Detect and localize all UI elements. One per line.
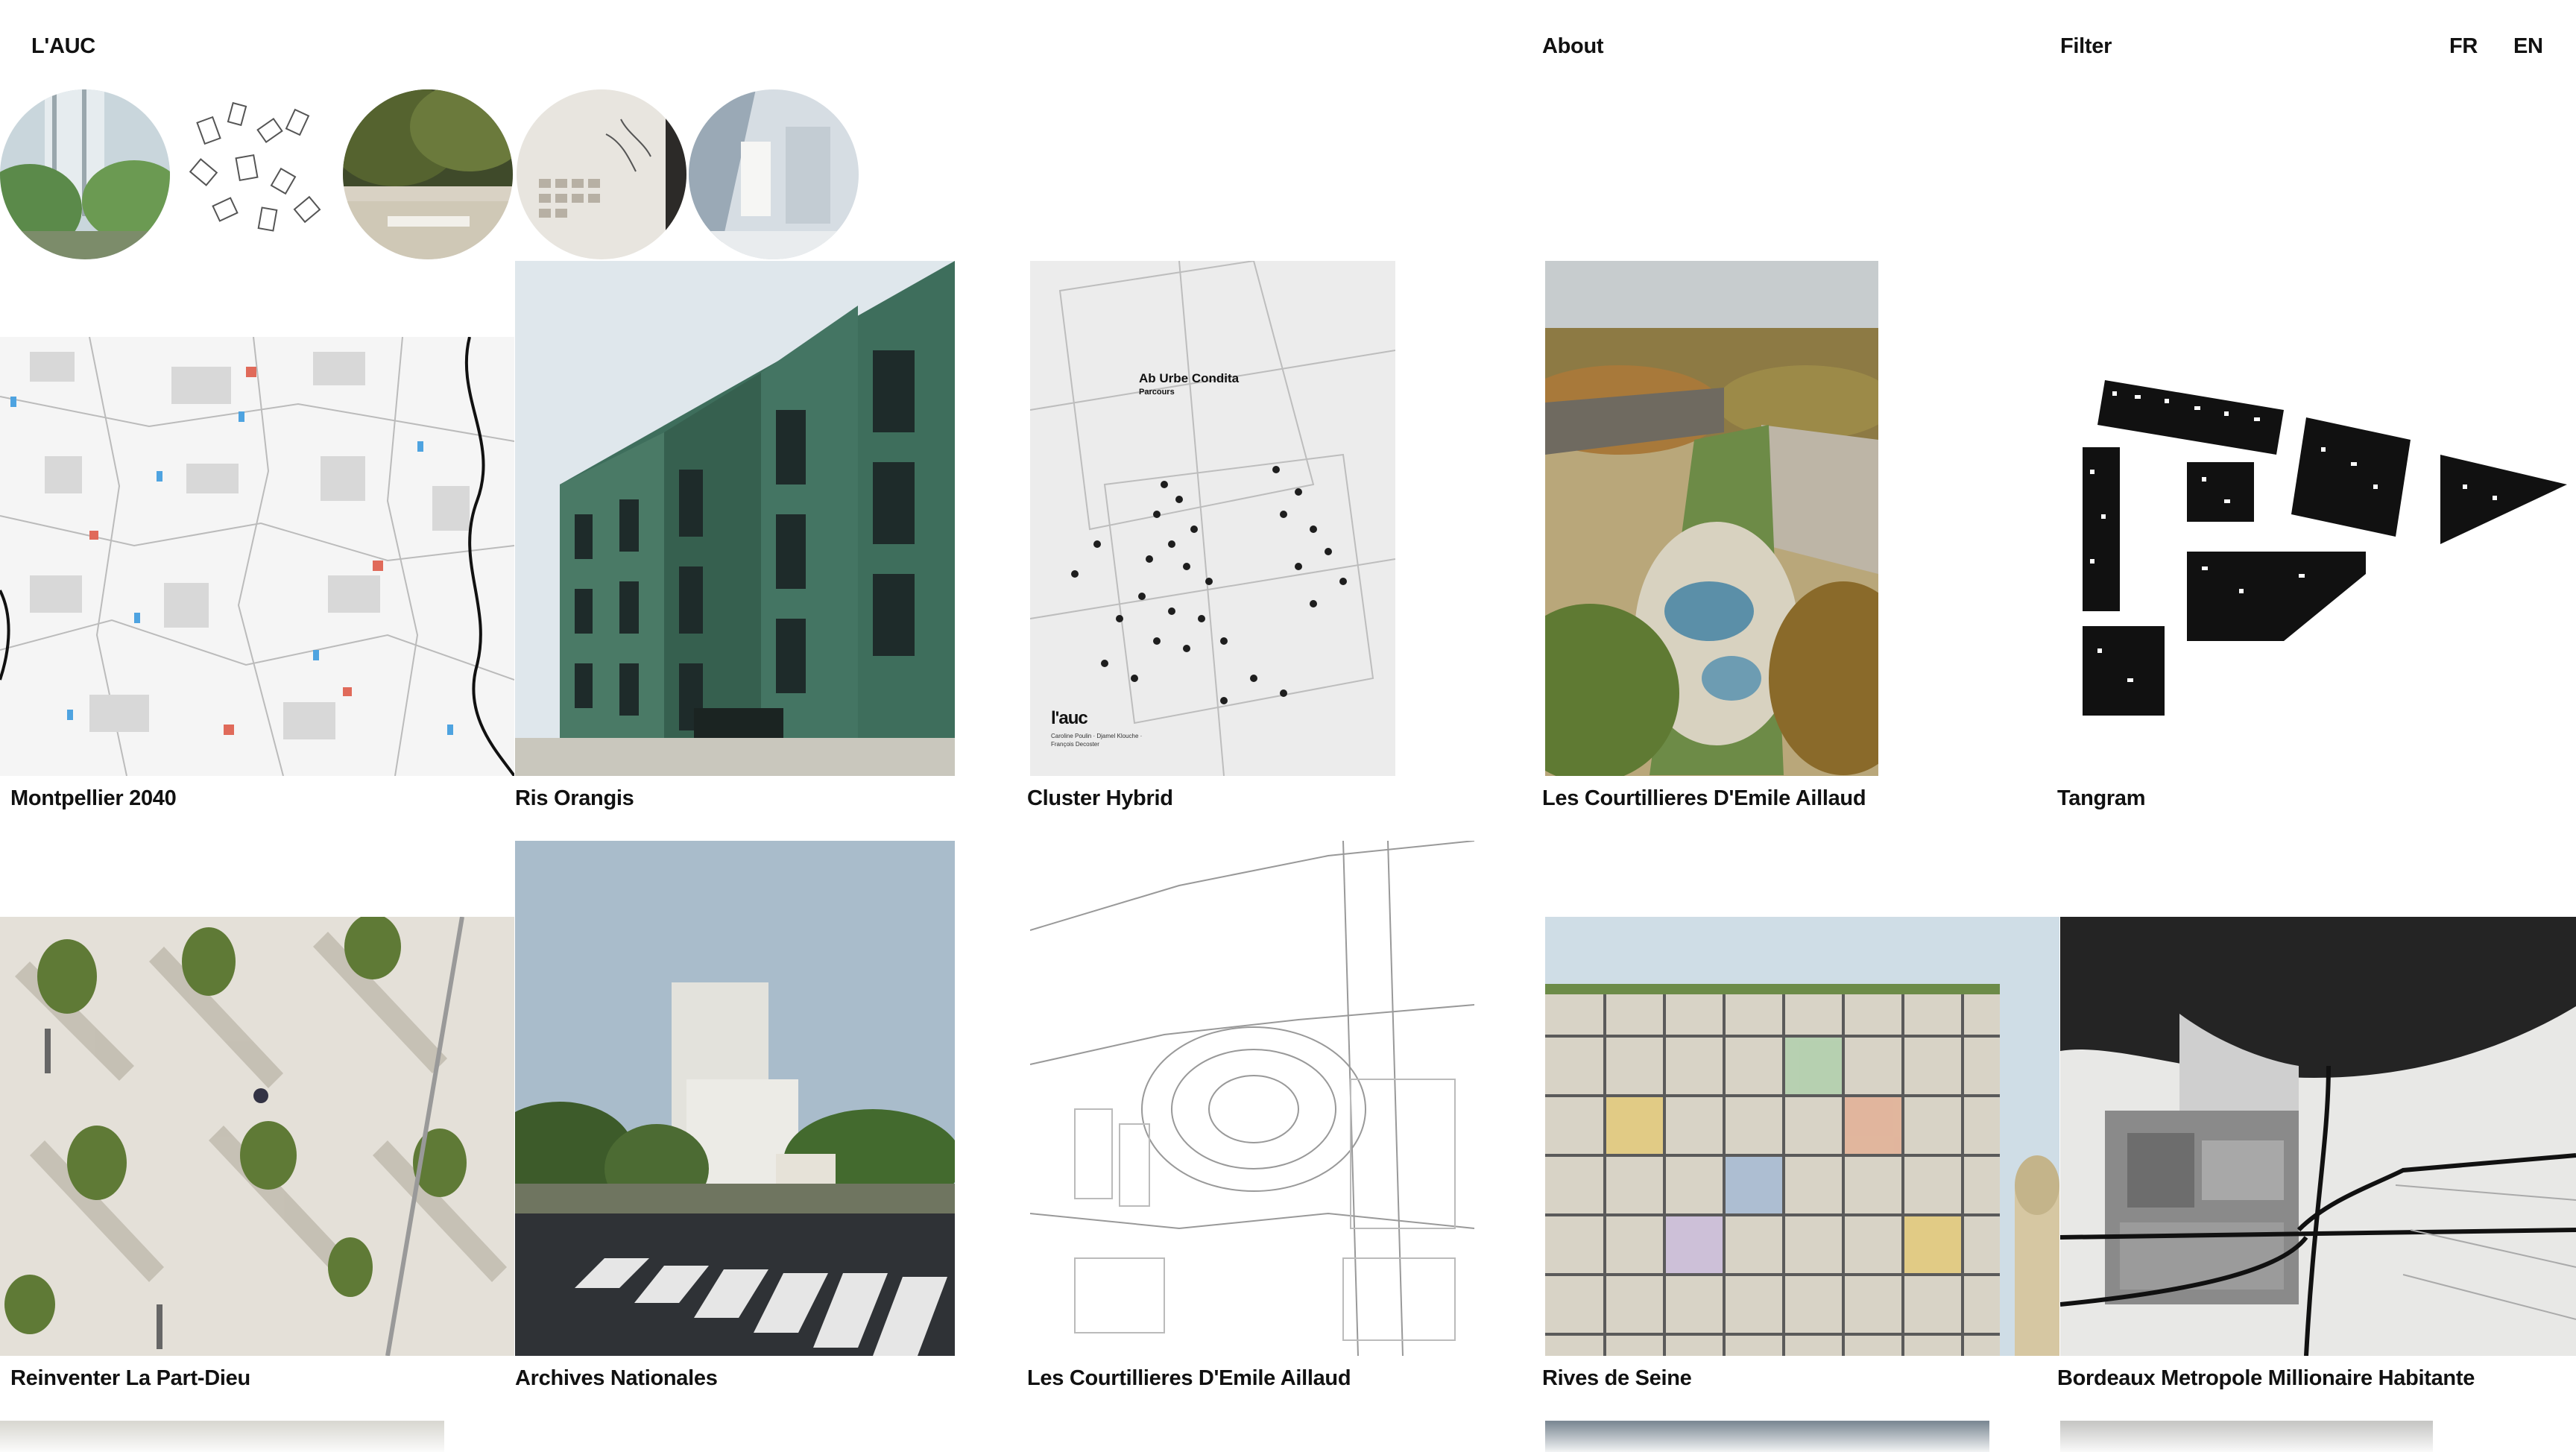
project-image-reinventer-la-part-dieu[interactable] bbox=[0, 917, 514, 1356]
project-image-row3-5[interactable] bbox=[2060, 1421, 2433, 1452]
about-link[interactable]: About bbox=[1542, 34, 1604, 59]
featured-project-tower-garden[interactable] bbox=[0, 89, 170, 259]
project-title-rives-de-seine[interactable]: Rives de Seine bbox=[1542, 1366, 1692, 1391]
project-image-les-courtillieres-plan[interactable] bbox=[1030, 841, 1474, 1356]
project-image-archives-nationales[interactable] bbox=[515, 841, 955, 1356]
filter-button[interactable]: Filter bbox=[2060, 34, 2112, 59]
project-title-les-courtillieres[interactable]: Les Courtillieres D'Emile Aillaud bbox=[1542, 786, 1866, 811]
project-image-ris-orangis[interactable] bbox=[515, 261, 955, 776]
project-title-bordeaux-metropole[interactable]: Bordeaux Metropole Millionaire Habitante bbox=[2057, 1366, 2475, 1391]
project-image-bordeaux-metropole[interactable] bbox=[2060, 917, 2576, 1356]
site-logo[interactable]: L'AUC bbox=[31, 34, 95, 59]
featured-project-exhibition-wall[interactable] bbox=[517, 89, 686, 259]
featured-project-plan-fragments[interactable] bbox=[171, 89, 341, 259]
project-title-cluster-hybrid[interactable]: Cluster Hybrid bbox=[1027, 786, 1173, 811]
project-image-rives-de-seine[interactable] bbox=[1545, 917, 2059, 1356]
project-title-montpellier-2040[interactable]: Montpellier 2040 bbox=[10, 786, 177, 811]
lang-en-link[interactable]: EN bbox=[2513, 34, 2543, 59]
project-title-tangram[interactable]: Tangram bbox=[2057, 786, 2146, 811]
project-image-row3-4[interactable] bbox=[1545, 1421, 1989, 1452]
project-image-tangram[interactable] bbox=[2060, 365, 2576, 738]
cover-subtitle: Parcours bbox=[1139, 388, 1175, 397]
project-title-ris-orangis[interactable]: Ris Orangis bbox=[515, 786, 634, 811]
project-title-archives-nationales[interactable]: Archives Nationales bbox=[515, 1366, 718, 1391]
project-image-montpellier-2040[interactable] bbox=[0, 337, 514, 776]
lang-fr-link[interactable]: FR bbox=[2449, 34, 2478, 59]
cover-logo: l'auc bbox=[1051, 708, 1088, 728]
project-image-les-courtillieres-aerial[interactable] bbox=[1545, 261, 1878, 776]
cover-authors: Caroline Poulin · Djamel Klouche · Franç… bbox=[1051, 733, 1143, 748]
cover-title: Ab Urbe Condita bbox=[1139, 371, 1240, 385]
project-title-reinventer-la-part-dieu[interactable]: Reinventer La Part-Dieu bbox=[10, 1366, 250, 1391]
project-title-les-courtillieres-2[interactable]: Les Courtillieres D'Emile Aillaud bbox=[1027, 1366, 1351, 1391]
project-image-row3-1[interactable] bbox=[0, 1421, 444, 1452]
project-image-cluster-hybrid[interactable]: Ab Urbe Condita Parcours l'auc Caroline … bbox=[1030, 261, 1395, 776]
featured-project-plaza-trees[interactable] bbox=[343, 89, 513, 259]
featured-project-model[interactable] bbox=[689, 89, 859, 259]
